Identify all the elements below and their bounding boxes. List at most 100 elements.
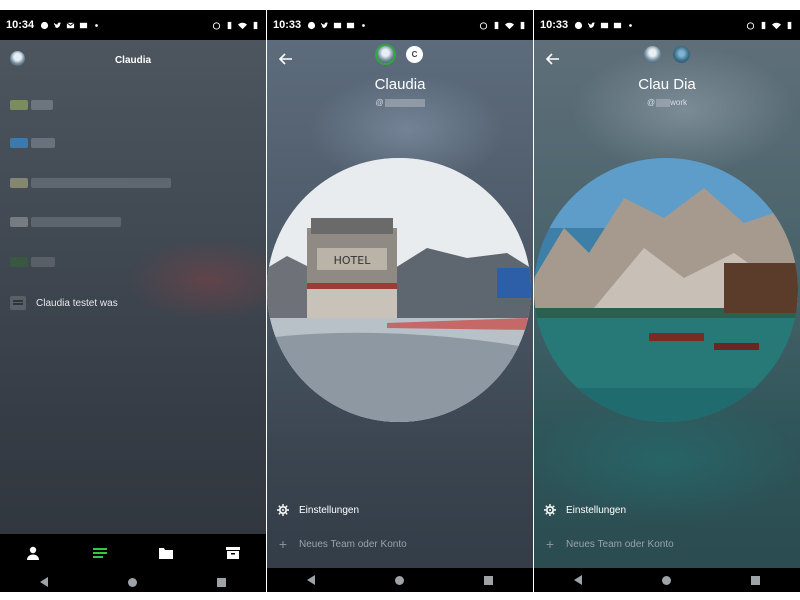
contacts-icon[interactable] — [23, 543, 43, 563]
account-avatar-mountain[interactable] — [644, 46, 661, 63]
redacted-mask — [656, 98, 671, 107]
profile-handle: @ work — [534, 98, 800, 107]
system-recents-button[interactable] — [484, 575, 493, 585]
alarm-icon — [746, 21, 755, 30]
chats-icon[interactable] — [90, 543, 110, 563]
plus-icon: + — [545, 536, 555, 552]
system-navigation — [534, 568, 800, 592]
account-drawer-screen: 10:33 C Claudia @ HOTEL Einstellungen + … — [267, 10, 533, 592]
account-drawer-screen-work: 10:33 Clau Dia @ work Einstellungen + Ne… — [534, 10, 800, 592]
archive-icon[interactable] — [223, 543, 243, 563]
wifi-icon — [238, 21, 247, 30]
notification-icon — [574, 21, 583, 30]
vibrate-icon — [492, 21, 501, 30]
system-back-button[interactable] — [40, 577, 48, 587]
mail-icon — [600, 21, 609, 30]
page-title: Claudia — [114, 54, 152, 66]
new-team-label: Neues Team oder Konto — [299, 538, 407, 550]
twitter-icon — [587, 21, 596, 30]
files-icon[interactable] — [156, 543, 176, 563]
battery-icon — [518, 21, 527, 30]
wifi-icon — [505, 21, 514, 30]
twitter-icon — [320, 21, 329, 30]
notification-icon — [307, 21, 316, 30]
news-icon — [346, 21, 355, 30]
dot-icon — [92, 21, 101, 30]
settings-label: Einstellungen — [566, 504, 627, 516]
list-item[interactable]: Claudia testet was — [10, 296, 118, 310]
battery-icon — [785, 21, 794, 30]
bottom-navigation — [0, 534, 266, 572]
system-back-button[interactable] — [307, 575, 315, 585]
list-item[interactable] — [10, 178, 171, 192]
gear-icon — [277, 504, 289, 516]
status-bar: 10:33 — [534, 10, 800, 40]
profile-name: Clau Dia — [638, 76, 696, 93]
profile-name: Claudia — [374, 76, 426, 93]
settings-menu-item[interactable]: Einstellungen — [277, 504, 359, 516]
account-avatar-lake[interactable] — [673, 46, 690, 63]
twitter-icon — [53, 21, 62, 30]
notification-icons — [307, 21, 368, 30]
mail-icon — [333, 21, 342, 30]
list-item[interactable] — [10, 257, 55, 271]
notification-icons — [40, 21, 101, 30]
profile-picture-hotel[interactable]: HOTEL — [267, 158, 531, 422]
account-avatar-mountain[interactable] — [377, 46, 394, 63]
news-icon — [613, 21, 622, 30]
vibrate-icon — [759, 21, 768, 30]
profile-handle: @ — [267, 98, 533, 107]
system-home-button[interactable] — [662, 575, 671, 585]
dot-icon — [626, 21, 635, 30]
status-time: 10:33 — [540, 19, 569, 31]
account-switcher — [534, 46, 800, 63]
avatar[interactable] — [10, 51, 25, 66]
new-team-label: Neues Team oder Konto — [566, 538, 674, 550]
dot-icon — [359, 21, 368, 30]
status-time: 10:33 — [273, 19, 302, 31]
gear-icon — [544, 504, 556, 516]
redacted-mask — [384, 98, 403, 107]
new-team-menu-item[interactable]: + Neues Team oder Konto — [544, 536, 674, 552]
profile-picture-lake[interactable] — [534, 158, 798, 422]
settings-menu-item[interactable]: Einstellungen — [544, 504, 626, 516]
system-home-button[interactable] — [395, 575, 404, 585]
blurred-background — [0, 40, 266, 592]
system-navigation — [0, 572, 266, 592]
system-home-button[interactable] — [128, 577, 137, 587]
system-back-button[interactable] — [574, 575, 582, 585]
profile-handle-suffix: work — [670, 98, 687, 107]
mail-icon — [66, 21, 75, 30]
system-status-icons — [479, 21, 527, 30]
plus-icon: + — [278, 536, 288, 552]
profile-handle-prefix: @ — [375, 98, 384, 107]
new-team-menu-item[interactable]: + Neues Team oder Konto — [277, 536, 407, 552]
alarm-icon — [479, 21, 488, 30]
list-item[interactable] — [10, 217, 121, 231]
notification-icon — [40, 21, 49, 30]
news-icon — [79, 21, 88, 30]
vibrate-icon — [225, 21, 234, 30]
account-switcher: C — [267, 46, 533, 63]
list-item-label: Claudia testet was — [36, 297, 118, 309]
svg-text:HOTEL: HOTEL — [334, 254, 372, 267]
system-recents-button[interactable] — [751, 575, 760, 585]
status-bar: 10:33 — [267, 10, 533, 40]
chat-header: Claudia — [0, 40, 266, 80]
system-navigation — [267, 568, 533, 592]
notification-icons — [574, 21, 635, 30]
system-status-icons — [746, 21, 794, 30]
battery-icon — [251, 21, 260, 30]
screenshot-stage: 10:34 Claudia Claudia testet was 10:33 C… — [0, 0, 800, 600]
status-bar: 10:34 — [0, 10, 266, 40]
profile-handle-prefix: @ — [646, 98, 656, 107]
alarm-icon — [212, 21, 221, 30]
system-recents-button[interactable] — [217, 577, 226, 587]
redacted-mask — [402, 98, 425, 107]
wifi-icon — [772, 21, 781, 30]
list-item[interactable] — [10, 100, 53, 114]
list-item[interactable] — [10, 138, 55, 152]
account-avatar-letter[interactable]: C — [406, 46, 423, 63]
system-status-icons — [212, 21, 260, 30]
settings-label: Einstellungen — [299, 504, 360, 516]
